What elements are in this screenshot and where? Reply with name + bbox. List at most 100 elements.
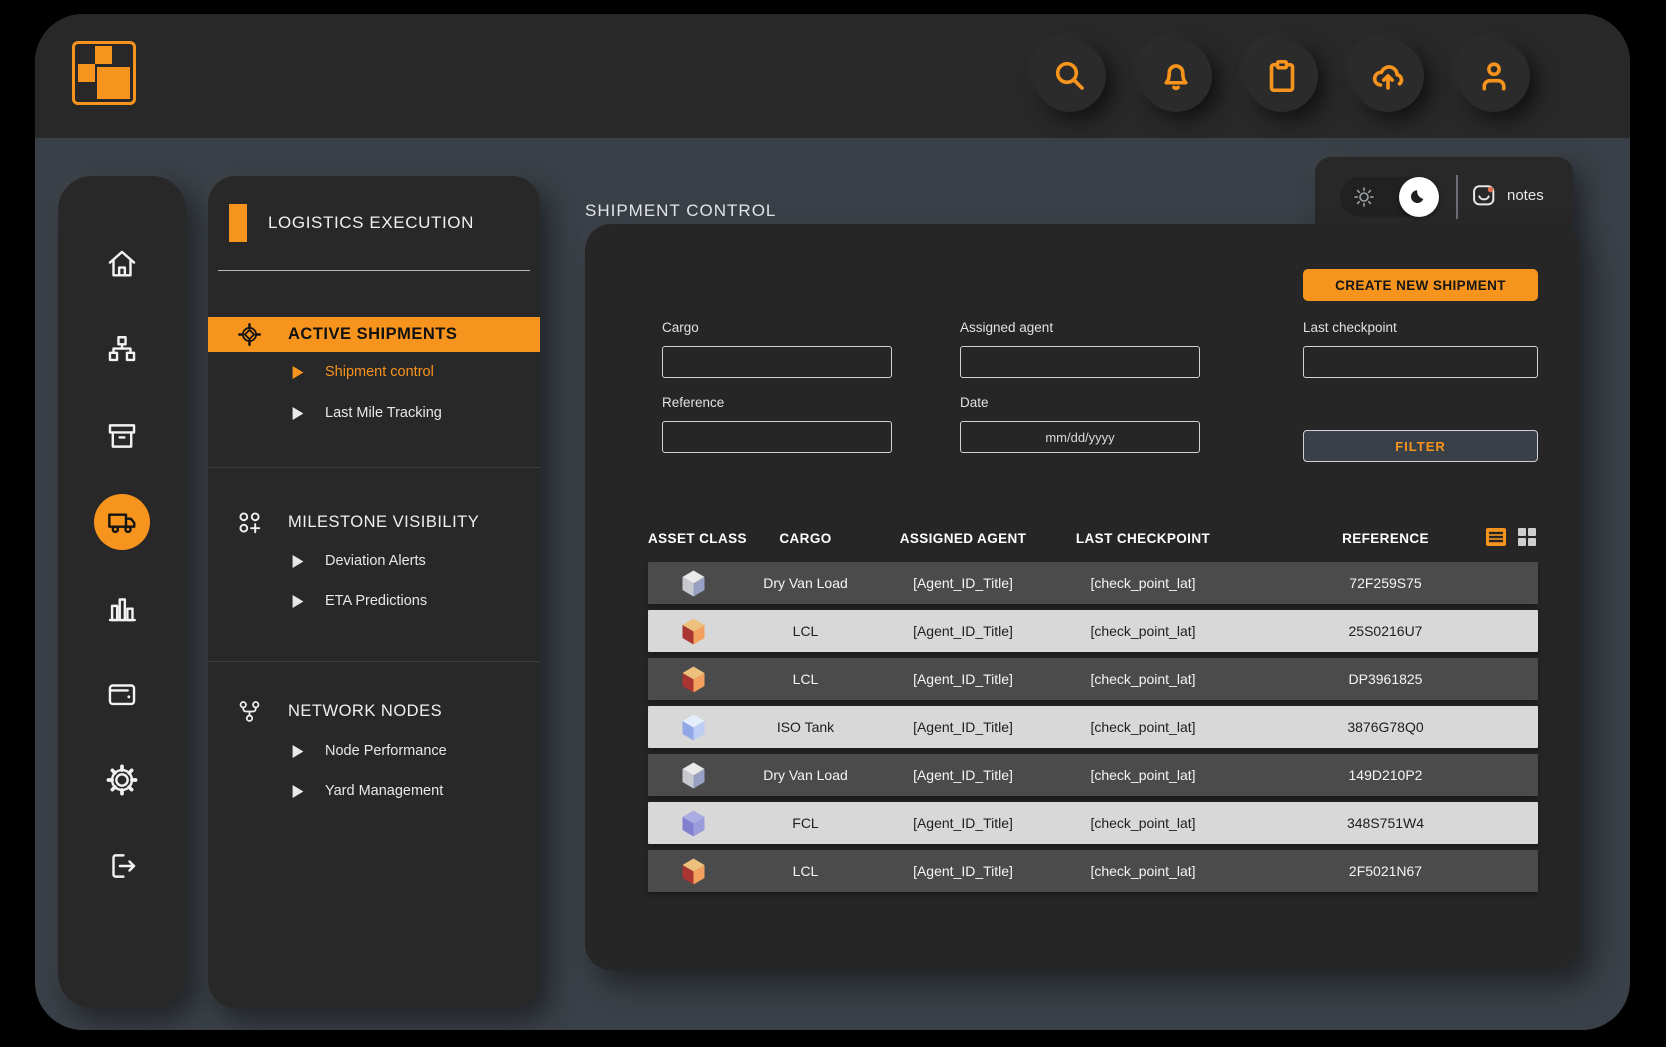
table-row[interactable]: LCL [Agent_ID_Title] [check_point_lat] D… — [648, 658, 1538, 700]
cargo-cube-icon — [680, 761, 707, 790]
nav-section-active-shipments[interactable]: ACTIVE SHIPMENTS — [208, 317, 540, 352]
bell-icon — [1158, 58, 1194, 94]
sidebar-item-settings[interactable] — [100, 758, 144, 802]
table-row[interactable]: LCL [Agent_ID_Title] [check_point_lat] 2… — [648, 850, 1538, 892]
date-field: Date — [960, 395, 1200, 453]
agent-cell: [Agent_ID_Title] — [873, 623, 1053, 639]
column-header: LAST CHECKPOINT — [1053, 531, 1233, 546]
nav-header: LOGISTICS EXECUTION — [208, 204, 540, 248]
cargo-cube-icon — [680, 809, 707, 838]
reference-cell: 72F259S75 — [1233, 575, 1538, 591]
page-title: SHIPMENT CONTROL — [585, 201, 776, 221]
triangle-marker-icon — [292, 366, 304, 379]
triangle-marker-icon — [292, 785, 304, 798]
sidebar-item-billing[interactable] — [100, 672, 144, 716]
network-nodes-icon — [236, 698, 262, 724]
theme-toggle[interactable] — [1340, 177, 1440, 217]
reference-cell: DP3961825 — [1233, 671, 1538, 687]
cargo-input[interactable] — [662, 346, 892, 378]
list-view-icon[interactable] — [1485, 526, 1507, 548]
logo-square — [97, 67, 129, 98]
checkpoint-cell: [check_point_lat] — [1053, 671, 1233, 687]
triangle-marker-icon — [292, 407, 304, 420]
profile-button[interactable] — [1458, 40, 1530, 112]
milestones-icon — [236, 509, 262, 535]
checkpoint-cell: [check_point_lat] — [1053, 815, 1233, 831]
table-header: ASSET CLASS CARGO ASSIGNED AGENT LAST CH… — [648, 524, 1538, 552]
sidebar-item-shipments[interactable] — [94, 494, 150, 550]
cargo-cell: Dry Van Load — [738, 575, 873, 591]
last-checkpoint-field: Last checkpoint — [1303, 320, 1538, 378]
user-icon — [1476, 58, 1512, 94]
checkpoint-cell: [check_point_lat] — [1053, 719, 1233, 735]
checkpoint-cell: [check_point_lat] — [1053, 623, 1233, 639]
moon-icon[interactable] — [1399, 177, 1439, 217]
date-label: Date — [960, 395, 1200, 410]
sun-icon[interactable] — [1352, 185, 1376, 209]
table-row[interactable]: LCL [Agent_ID_Title] [check_point_lat] 2… — [648, 610, 1538, 652]
nav-section-label: NETWORK NODES — [288, 702, 442, 721]
reference-cell: 2F5021N67 — [1233, 863, 1538, 879]
reference-cell: 149D210P2 — [1233, 767, 1538, 783]
shipment-control-panel: CREATE NEW SHIPMENT Cargo Assigned agent… — [585, 224, 1580, 970]
nav-item-deviation-alerts[interactable]: Deviation Alerts — [292, 550, 426, 572]
column-header: CARGO — [738, 531, 873, 546]
create-new-shipment-button[interactable]: CREATE NEW SHIPMENT — [1303, 269, 1538, 301]
date-input[interactable] — [960, 421, 1200, 453]
sidebar-item-logout[interactable] — [100, 844, 144, 888]
asset-class-cell — [648, 857, 738, 886]
assigned-agent-label: Assigned agent — [960, 320, 1200, 335]
logo-square — [78, 64, 95, 82]
triangle-marker-icon — [292, 745, 304, 758]
cargo-cell: FCL — [738, 815, 873, 831]
asset-class-cell — [648, 713, 738, 742]
sidebar-item-inventory[interactable] — [100, 414, 144, 458]
cargo-cube-icon — [680, 713, 707, 742]
icon-sidebar — [58, 176, 186, 1008]
tasks-button[interactable] — [1246, 40, 1318, 112]
grid-view-icon[interactable] — [1516, 526, 1538, 548]
table-row[interactable]: Dry Van Load [Agent_ID_Title] [check_poi… — [648, 754, 1538, 796]
nav-section-network-nodes[interactable]: NETWORK NODES — [208, 693, 540, 729]
asset-class-cell — [648, 809, 738, 838]
sidebar-item-home[interactable] — [100, 242, 144, 286]
nav-item-node-performance[interactable]: Node Performance — [292, 740, 447, 762]
sidebar-item-network[interactable] — [100, 328, 144, 372]
reference-label: Reference — [662, 395, 892, 410]
table-row[interactable]: FCL [Agent_ID_Title] [check_point_lat] 3… — [648, 802, 1538, 844]
sidebar-item-analytics[interactable] — [100, 586, 144, 630]
cargo-cube-icon — [680, 857, 707, 886]
nav-header-badge — [229, 204, 247, 242]
filter-button[interactable]: FILTER — [1303, 430, 1538, 462]
assigned-agent-input[interactable] — [960, 346, 1200, 378]
asset-class-cell — [648, 761, 738, 790]
reference-input[interactable] — [662, 421, 892, 453]
checkpoint-cell: [check_point_lat] — [1053, 575, 1233, 591]
nav-section-milestone-visibility[interactable]: MILESTONE VISIBILITY — [208, 504, 540, 540]
notifications-button[interactable] — [1140, 40, 1212, 112]
cargo-cell: LCL — [738, 671, 873, 687]
divider — [208, 661, 540, 662]
search-button[interactable] — [1034, 40, 1106, 112]
divider — [218, 270, 530, 271]
nav-item-last-mile-tracking[interactable]: Last Mile Tracking — [292, 402, 442, 424]
notes-button[interactable]: notes — [1470, 181, 1544, 209]
last-checkpoint-input[interactable] — [1303, 346, 1538, 378]
nav-title: LOGISTICS EXECUTION — [268, 213, 474, 233]
agent-cell: [Agent_ID_Title] — [873, 719, 1053, 735]
nav-item-shipment-control[interactable]: Shipment control — [292, 361, 434, 383]
brand-logo[interactable] — [72, 41, 136, 105]
column-header: ASSET CLASS — [648, 531, 738, 546]
table-row[interactable]: ISO Tank [Agent_ID_Title] [check_point_l… — [648, 706, 1538, 748]
cargo-cube-icon — [680, 569, 707, 598]
nav-item-yard-management[interactable]: Yard Management — [292, 780, 443, 802]
table-row[interactable]: Dry Van Load [Agent_ID_Title] [check_poi… — [648, 562, 1538, 604]
gear-icon — [105, 763, 139, 797]
cargo-cell: LCL — [738, 623, 873, 639]
top-bar — [35, 14, 1630, 138]
divider — [208, 467, 540, 468]
nav-item-eta-predictions[interactable]: ETA Predictions — [292, 590, 427, 612]
home-icon — [105, 247, 139, 281]
upload-button[interactable] — [1352, 40, 1424, 112]
notes-label: notes — [1507, 187, 1544, 204]
